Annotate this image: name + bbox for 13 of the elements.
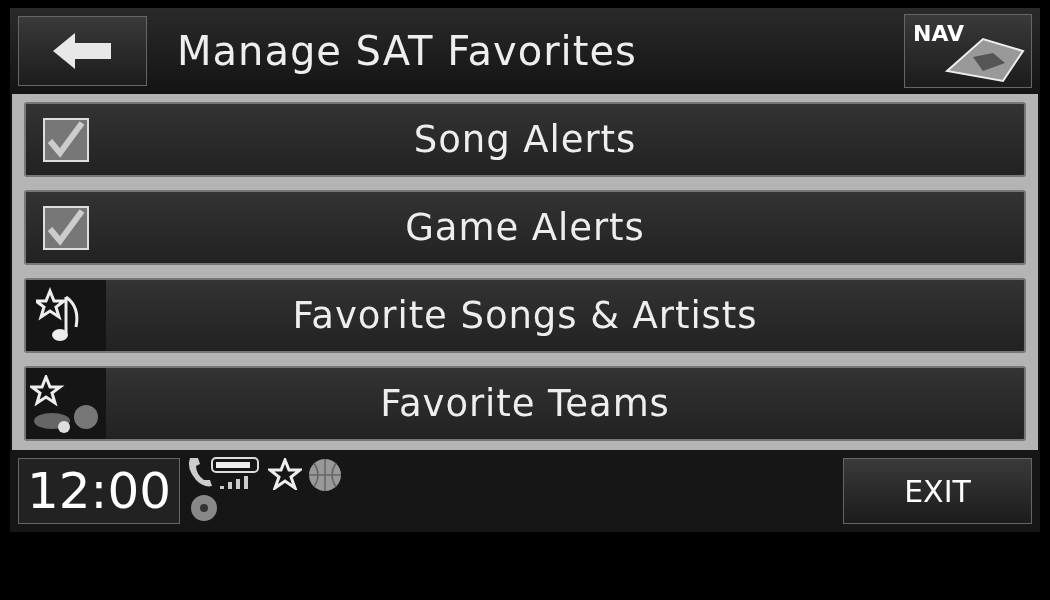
screen-title: Manage SAT Favorites <box>177 27 638 76</box>
check-icon <box>46 208 86 247</box>
check-icon <box>46 120 86 159</box>
checkbox[interactable] <box>43 205 89 250</box>
back-arrow-icon <box>52 33 113 69</box>
checkbox[interactable] <box>43 117 89 162</box>
star-icon <box>268 458 302 490</box>
clock: 12:00 <box>18 458 180 524</box>
back-button[interactable] <box>18 16 147 86</box>
phone-signal-icon <box>186 454 262 492</box>
exit-button[interactable]: EXIT <box>843 458 1032 524</box>
basketball-icon <box>308 458 342 492</box>
nav-button[interactable]: NAV <box>904 14 1032 88</box>
